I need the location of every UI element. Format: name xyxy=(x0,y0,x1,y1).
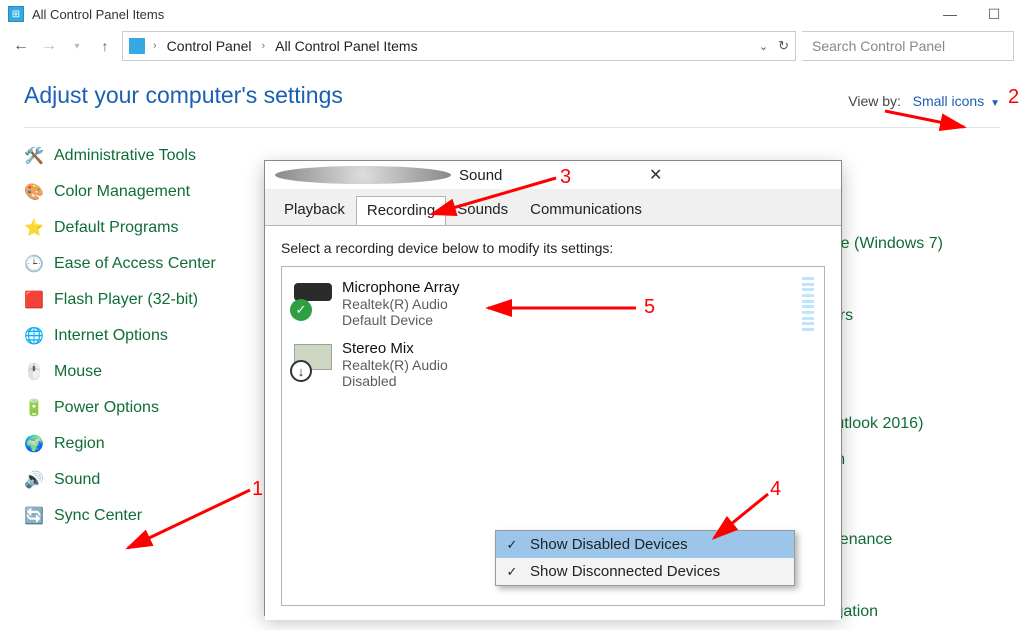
item-label: Ease of Access Center xyxy=(54,255,216,273)
divider xyxy=(24,127,1000,128)
instruction-text: Select a recording device below to modif… xyxy=(281,240,825,256)
item-icon: 🔊 xyxy=(24,470,44,490)
device-name: Microphone Array xyxy=(342,279,460,296)
annotation-number: 1 xyxy=(252,478,263,501)
chevron-right-icon: › xyxy=(151,40,159,52)
item-icon: ⭐ xyxy=(24,218,44,238)
device-text: Stereo Mix Realtek(R) Audio Disabled xyxy=(342,340,448,389)
annotation-number: 3 xyxy=(560,166,571,189)
device-status: Disabled xyxy=(342,373,448,389)
minimize-button[interactable]: — xyxy=(928,2,972,26)
item-icon: 🟥 xyxy=(24,290,44,310)
annotation-number: 4 xyxy=(770,478,781,501)
annotation-number: 2 xyxy=(1008,86,1019,109)
breadcrumb-item[interactable]: Control Panel xyxy=(163,36,256,56)
view-by-value[interactable]: Small icons xyxy=(913,93,985,109)
page-header: Adjust your computer's settings View by:… xyxy=(0,64,1024,121)
dialog-tabs: PlaybackRecordingSoundsCommunications xyxy=(265,189,841,225)
close-button[interactable]: ✕ xyxy=(643,161,831,189)
window-titlebar: ⊞ All Control Panel Items — ☐ xyxy=(0,0,1024,28)
item-icon: 🎨 xyxy=(24,182,44,202)
item-icon: 🖱️ xyxy=(24,362,44,382)
item-label: Mouse xyxy=(54,363,102,381)
control-panel-icon: ⊞ xyxy=(8,6,24,22)
item-label: Flash Player (32-bit) xyxy=(54,291,198,309)
tab-recording[interactable]: Recording xyxy=(356,196,446,226)
device-item[interactable]: ↓ Stereo Mix Realtek(R) Audio Disabled xyxy=(286,334,820,395)
item-label: Region xyxy=(54,435,105,453)
check-icon: ✓ xyxy=(504,564,520,580)
control-panel-icon xyxy=(129,38,145,54)
item-label: Power Options xyxy=(54,399,159,417)
search-placeholder: Search Control Panel xyxy=(812,38,945,54)
annotation-number: 5 xyxy=(644,296,655,319)
context-menu: ✓ Show Disabled Devices ✓ Show Disconnected… xyxy=(495,530,795,586)
chevron-right-icon: › xyxy=(260,40,268,52)
item-icon: 🛠️ xyxy=(24,146,44,166)
item-label: Administrative Tools xyxy=(54,147,196,165)
sound-icon xyxy=(275,166,451,184)
caret-down-icon: ▼ xyxy=(988,98,1000,109)
item-icon: 🌍 xyxy=(24,434,44,454)
dialog-title-text: Sound xyxy=(459,167,635,184)
item-label: Color Management xyxy=(54,183,190,201)
address-bar: ← → ▾ ↑ › Control Panel › All Control Pa… xyxy=(0,28,1024,64)
item-icon: 🌐 xyxy=(24,326,44,346)
recent-locations-dropdown[interactable]: ▾ xyxy=(66,35,88,57)
back-button[interactable]: ← xyxy=(10,35,32,57)
view-by-control[interactable]: View by: Small icons ▼ xyxy=(848,93,1000,109)
breadcrumb[interactable]: › Control Panel › All Control Panel Item… xyxy=(122,31,796,61)
tab-communications[interactable]: Communications xyxy=(519,195,653,225)
forward-button[interactable]: → xyxy=(38,35,60,57)
device-driver: Realtek(R) Audio xyxy=(342,357,448,373)
item-icon: 🔋 xyxy=(24,398,44,418)
check-icon: ✓ xyxy=(504,537,520,553)
tab-playback[interactable]: Playback xyxy=(273,195,356,225)
search-input[interactable]: Search Control Panel xyxy=(802,31,1014,61)
item-icon: 🕒 xyxy=(24,254,44,274)
context-menu-item[interactable]: ✓ Show Disconnected Devices xyxy=(496,558,794,585)
device-item[interactable]: ✓ Microphone Array Realtek(R) Audio Defa… xyxy=(286,273,820,334)
device-name: Stereo Mix xyxy=(342,340,448,357)
item-label: Default Programs xyxy=(54,219,179,237)
context-menu-item[interactable]: ✓ Show Disabled Devices xyxy=(496,531,794,558)
window-title: All Control Panel Items xyxy=(30,7,928,22)
device-text: Microphone Array Realtek(R) Audio Defaul… xyxy=(342,279,460,328)
dialog-titlebar[interactable]: Sound ✕ xyxy=(265,161,841,189)
dropdown-caret-icon[interactable]: ⌄ xyxy=(759,40,768,53)
device-icon: ↓ xyxy=(294,340,332,378)
maximize-button[interactable]: ☐ xyxy=(972,2,1016,26)
context-menu-label: Show Disconnected Devices xyxy=(530,563,720,580)
item-label: Internet Options xyxy=(54,327,168,345)
breadcrumb-item[interactable]: All Control Panel Items xyxy=(271,36,421,56)
view-by-label: View by: xyxy=(848,93,901,109)
device-icon: ✓ xyxy=(294,279,332,317)
item-label: Sync Center xyxy=(54,507,142,525)
refresh-icon[interactable]: ↻ xyxy=(778,38,789,54)
up-button[interactable]: ↑ xyxy=(94,35,116,57)
context-menu-label: Show Disabled Devices xyxy=(530,536,688,553)
page-title: Adjust your computer's settings xyxy=(24,82,848,109)
item-label: Sound xyxy=(54,471,100,489)
device-status: Default Device xyxy=(342,312,460,328)
tab-sounds[interactable]: Sounds xyxy=(446,195,519,225)
level-meter-icon xyxy=(802,277,814,331)
device-driver: Realtek(R) Audio xyxy=(342,296,460,312)
item-icon: 🔄 xyxy=(24,506,44,526)
